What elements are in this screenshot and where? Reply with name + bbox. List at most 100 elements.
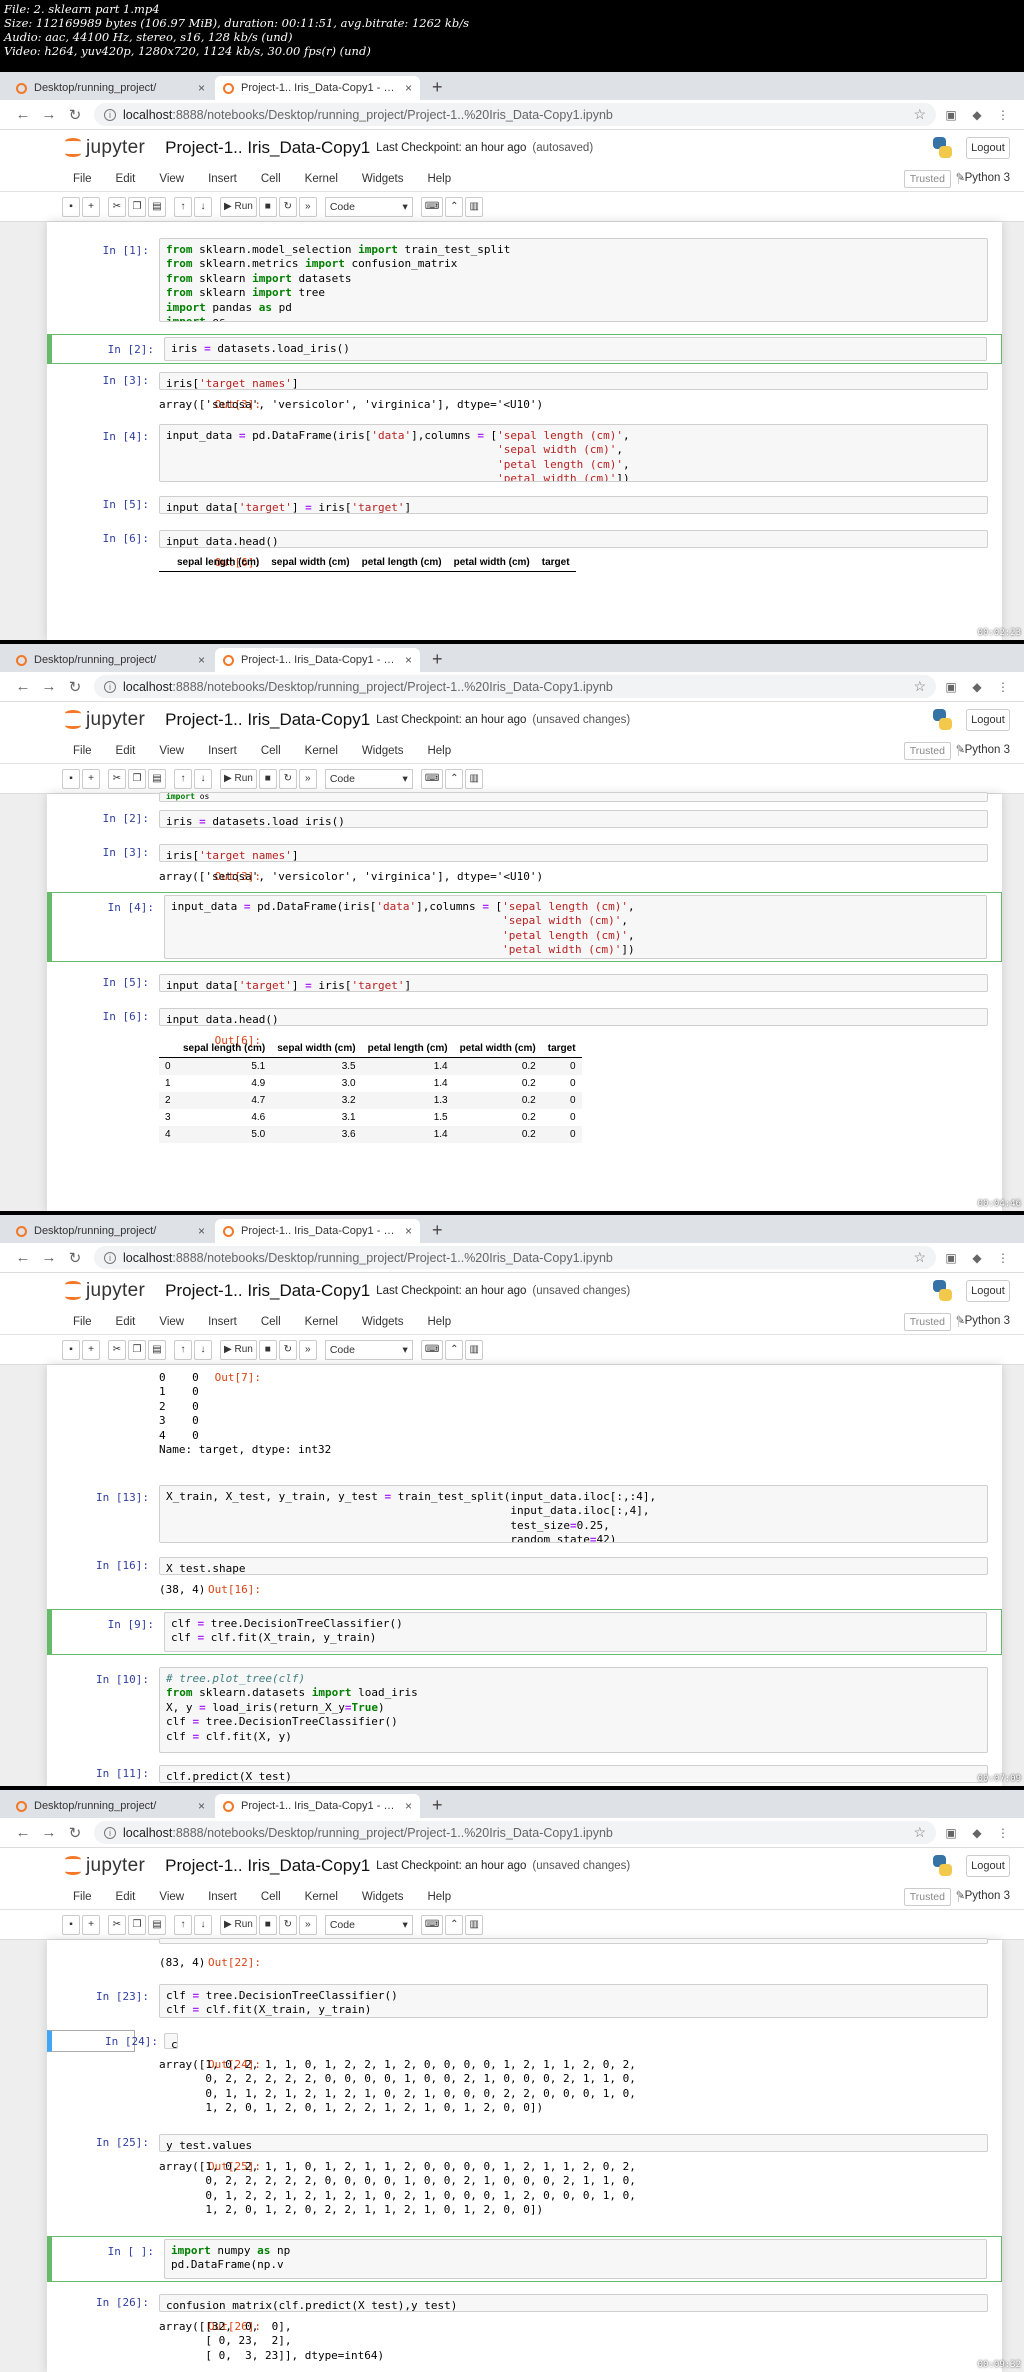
insert-cell-icon[interactable]: + — [82, 196, 100, 217]
code-editor[interactable]: input_data['target'] = iris['target'] — [159, 496, 988, 514]
trusted-badge[interactable]: Trusted — [903, 1888, 951, 1906]
code-editor[interactable]: iris['target_names'] — [159, 844, 988, 862]
code-cell[interactable]: In [4]: input_data = pd.DataFrame(iris['… — [47, 892, 1002, 962]
code-cell[interactable]: In [6]: input_data.head() — [47, 528, 1002, 550]
code-editor[interactable]: iris = datasets.load_iris() — [164, 337, 987, 361]
restart-icon[interactable]: ↻ — [278, 1914, 297, 1935]
collapse-icon[interactable]: ⌃ — [445, 196, 464, 217]
close-tab-icon[interactable]: × — [198, 1224, 205, 1238]
restart-run-icon[interactable]: » — [298, 196, 317, 217]
code-cell[interactable]: import os — [47, 792, 1002, 804]
code-cell[interactable]: In [9]: clf = tree.DecisionTreeClassifie… — [47, 1609, 1002, 1655]
code-cell[interactable]: In [25]: y_test.values — [47, 2132, 1002, 2154]
code-cell[interactable]: In [5]: input_data['target'] = iris['tar… — [47, 972, 1002, 994]
code-cell[interactable]: In [6]: input_data.head() — [47, 1006, 1002, 1028]
bookmark-star-icon[interactable]: ☆ — [913, 1824, 926, 1841]
notebook-name[interactable]: Project-1.. Iris_Data-Copy1 — [165, 1281, 370, 1301]
code-editor[interactable]: X_test.shape — [159, 1557, 988, 1575]
menu-edit[interactable]: Edit — [116, 1891, 136, 1903]
restart-run-icon[interactable]: » — [298, 768, 317, 789]
code-editor[interactable]: iris = datasets.load_iris() — [159, 810, 988, 828]
stop-icon[interactable]: ■ — [258, 1914, 277, 1935]
tab-desktop[interactable]: Desktop/running_project/× — [8, 76, 213, 100]
menu-file[interactable]: File — [73, 1316, 92, 1328]
code-cell[interactable]: In [16]: X_test.shape — [47, 1555, 1002, 1577]
tab-notebook[interactable]: Project-1.. Iris_Data-Copy1 - Jupy × — [215, 76, 420, 100]
code-cell[interactable]: In [5]: input_data['target'] = iris['tar… — [47, 494, 1002, 516]
code-editor[interactable]: input_data = pd.DataFrame(iris['data'],c… — [159, 424, 988, 482]
new-tab-icon[interactable]: + — [422, 1796, 453, 1818]
insert-cell-icon[interactable]: + — [82, 1914, 100, 1935]
close-tab-icon[interactable]: × — [405, 1224, 412, 1238]
move-up-icon[interactable]: ↑ — [174, 196, 192, 217]
cell-type-select[interactable]: Code ▾ — [324, 1914, 413, 1935]
close-tab-icon[interactable]: × — [405, 81, 412, 95]
code-editor[interactable]: X_train, X_test, y_train, y_test = train… — [159, 1485, 988, 1543]
extension-icon[interactable]: ▣ — [940, 108, 962, 122]
collapse-icon[interactable]: ⌃ — [445, 1339, 464, 1360]
code-editor[interactable]: import numpy as np pd.DataFrame(np.v — [164, 2239, 987, 2279]
close-tab-icon[interactable]: × — [198, 1799, 205, 1813]
code-editor[interactable]: clf.predict(X_test) — [164, 2033, 178, 2049]
code-editor[interactable]: input_data = pd.DataFrame(iris['data'],c… — [164, 895, 987, 959]
code-cell[interactable]: In [1]: from sklearn.model_selection imp… — [47, 236, 1002, 324]
bookmark-star-icon[interactable]: ☆ — [913, 106, 926, 123]
save-icon[interactable]: ▪ — [62, 1339, 80, 1360]
collapse-icon[interactable]: ⌃ — [445, 1914, 464, 1935]
code-cell[interactable]: In [2]: iris = datasets.load_iris() — [47, 808, 1002, 830]
copy-icon[interactable]: ❐ — [128, 768, 146, 789]
kernel-indicator[interactable]: Python 3 — [957, 1890, 1010, 1902]
close-tab-icon[interactable]: × — [405, 1799, 412, 1813]
menu-insert[interactable]: Insert — [208, 1316, 237, 1328]
code-cell[interactable]: In [24]: clf.predict(X_test) — [47, 2030, 178, 2052]
menu-insert[interactable]: Insert — [208, 745, 237, 757]
extension-icon[interactable]: ◆ — [966, 1251, 988, 1265]
paste-icon[interactable]: ▤ — [148, 196, 166, 217]
menu-help[interactable]: Help — [427, 745, 451, 757]
jupyter-logo[interactable]: jupyter — [64, 137, 145, 159]
logout-button[interactable]: Logout — [966, 137, 1010, 159]
code-cell[interactable]: In [10]: # tree.plot_tree(clf) from skle… — [47, 1665, 1002, 1755]
cell-type-select[interactable]: Code ▾ — [324, 196, 413, 217]
new-tab-icon[interactable]: + — [422, 78, 453, 100]
menu-file[interactable]: File — [73, 745, 92, 757]
paste-icon[interactable]: ▤ — [148, 768, 166, 789]
save-icon[interactable]: ▪ — [62, 196, 80, 217]
move-up-icon[interactable]: ↑ — [174, 1914, 192, 1935]
copy-icon[interactable]: ❐ — [128, 1339, 146, 1360]
move-down-icon[interactable]: ↓ — [194, 1339, 212, 1360]
kernel-indicator[interactable]: Python 3 — [957, 744, 1010, 756]
menu-file[interactable]: File — [73, 1891, 92, 1903]
bookmark-star-icon[interactable]: ☆ — [913, 1249, 926, 1266]
menu-widgets[interactable]: Widgets — [362, 1891, 404, 1903]
extension-icon[interactable]: ◆ — [966, 108, 988, 122]
menu-insert[interactable]: Insert — [208, 173, 237, 185]
code-editor[interactable] — [159, 1938, 988, 1944]
url-input[interactable]: i localhost:8888/notebooks/Desktop/runni… — [94, 103, 936, 126]
menu-edit[interactable]: Edit — [116, 1316, 136, 1328]
tab-desktop[interactable]: Desktop/running_project/× — [8, 1794, 213, 1818]
chart-icon[interactable]: ▥ — [465, 768, 484, 789]
menu-kernel[interactable]: Kernel — [305, 1316, 338, 1328]
menu-help[interactable]: Help — [427, 1316, 451, 1328]
cut-icon[interactable]: ✂ — [108, 1339, 126, 1360]
extension-icon[interactable]: ▣ — [940, 1251, 962, 1265]
jupyter-logo[interactable]: jupyter — [64, 709, 145, 731]
reload-icon[interactable]: ↻ — [62, 106, 88, 124]
keyboard-icon[interactable]: ⌨ — [420, 1914, 444, 1935]
notebook-name[interactable]: Project-1.. Iris_Data-Copy1 — [165, 710, 370, 730]
restart-icon[interactable]: ↻ — [278, 196, 297, 217]
forward-icon[interactable]: → — [36, 1249, 62, 1266]
code-cell[interactable]: In [23]: clf = tree.DecisionTreeClassifi… — [47, 1982, 1002, 2020]
keyboard-icon[interactable]: ⌨ — [420, 196, 444, 217]
extension-icon[interactable]: ◆ — [966, 680, 988, 694]
info-icon[interactable]: i — [104, 108, 116, 121]
code-editor[interactable]: # tree.plot_tree(clf) from sklearn.datas… — [159, 1667, 988, 1753]
menu-cell[interactable]: Cell — [261, 745, 281, 757]
menu-view[interactable]: View — [159, 1891, 184, 1903]
code-editor[interactable]: y_test.values — [159, 2134, 988, 2152]
jupyter-logo[interactable]: jupyter — [64, 1280, 145, 1302]
insert-cell-icon[interactable]: + — [82, 768, 100, 789]
url-input[interactable]: i localhost:8888/notebooks/Desktop/runni… — [94, 675, 936, 698]
menu-view[interactable]: View — [159, 745, 184, 757]
